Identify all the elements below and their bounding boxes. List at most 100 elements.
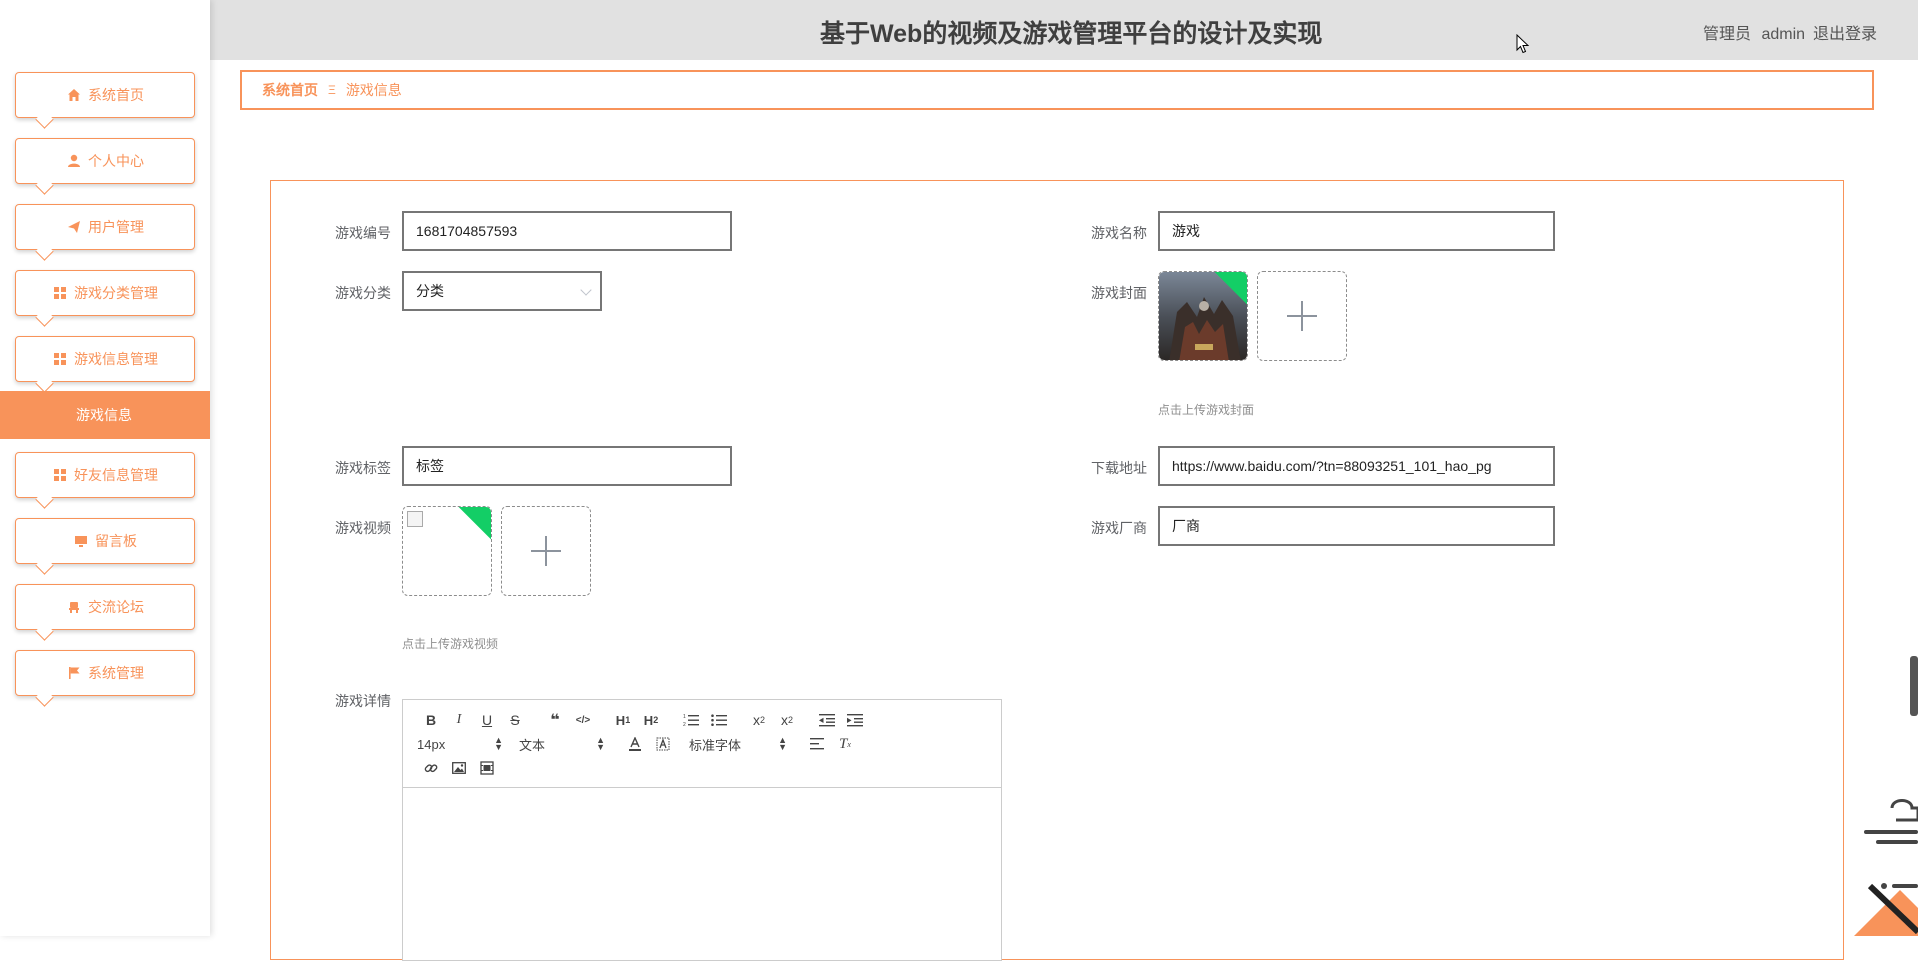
align-icon[interactable] (803, 732, 831, 756)
sidebar-subitem-game-info[interactable]: 游戏信息 (0, 391, 210, 439)
mouse-cursor-icon (1516, 34, 1530, 54)
rich-text-editor: B I U S ❝ </> H1 H2 12 x2 x2 14px ▲ ▼ 文本… (402, 699, 1002, 961)
sidebar-item-game-info[interactable]: 游戏信息管理 (15, 336, 195, 382)
sidebar-item-label: 游戏分类管理 (74, 285, 158, 301)
game-name-label: 游戏名称 (1091, 225, 1147, 241)
download-url-input[interactable]: https://www.baidu.com/?tn=88093251_101_h… (1158, 446, 1555, 486)
breadcrumb-current: 游戏信息 (345, 82, 402, 98)
link-icon[interactable] (417, 756, 445, 780)
vendor-input[interactable]: 厂商 (1158, 506, 1555, 546)
grid-icon (52, 467, 68, 483)
game-form-card: 游戏编号 1681704857593 游戏名称 游戏 游戏分类 分类 游戏封面 … (270, 180, 1844, 961)
italic-button[interactable]: I (445, 708, 473, 732)
font-family-select[interactable]: 标准字体 ▲ ▼ (689, 735, 787, 754)
underline-button[interactable]: U (473, 708, 501, 732)
sidebar-item-forum[interactable]: 交流论坛 (15, 584, 195, 630)
user-icon (66, 153, 82, 169)
video-label: 游戏视频 (335, 520, 391, 536)
svg-text:2: 2 (683, 722, 686, 727)
tags-input[interactable]: 标签 (402, 446, 732, 486)
flag-icon (66, 665, 82, 681)
vendor-label: 游戏厂商 (1091, 520, 1147, 536)
ordered-list-icon[interactable]: 12 (677, 708, 705, 732)
user-info: 管理员 admin (1703, 20, 1805, 44)
game-name-input[interactable]: 游戏 (1158, 211, 1555, 251)
sidebar-item-system[interactable]: 系统管理 (15, 650, 195, 696)
page-title: 基于Web的视频及游戏管理平台的设计及实现 (820, 20, 1323, 48)
text-type-select[interactable]: 文本 ▲ ▼ (519, 735, 605, 754)
sidebar-item-home[interactable]: 系统首页 (15, 72, 195, 118)
category-label: 游戏分类 (335, 285, 391, 301)
cover-label: 游戏封面 (1091, 285, 1147, 301)
plus-icon (1287, 301, 1317, 331)
monitor-icon (73, 533, 89, 549)
editor-content-area[interactable] (403, 789, 1001, 961)
sidebar-item-users[interactable]: 用户管理 (15, 204, 195, 250)
font-size-value: 14px (417, 736, 446, 752)
video-upload-hint: 点击上传游戏视频 (402, 637, 499, 651)
indent-icon[interactable] (841, 708, 869, 732)
video-upload-button[interactable] (501, 506, 591, 596)
top-header: 基于Web的视频及游戏管理平台的设计及实现 管理员 admin 退出登录 (210, 0, 1918, 60)
bullet-list-icon[interactable] (705, 708, 733, 732)
scrollbar-thumb[interactable] (1910, 656, 1918, 716)
outdent-icon[interactable] (813, 708, 841, 732)
grid-icon (52, 351, 68, 367)
font-family-value: 标准字体 (689, 737, 742, 753)
heading1-button[interactable]: H1 (609, 708, 637, 732)
game-no-label: 游戏编号 (335, 225, 391, 241)
code-block-button[interactable]: </> (569, 708, 597, 732)
video-icon[interactable] (473, 756, 501, 780)
updown-arrows-icon: ▲ ▼ (494, 735, 503, 752)
svg-text:1: 1 (683, 714, 686, 720)
sidebar-item-label: 用户管理 (88, 219, 144, 235)
font-size-select[interactable]: 14px ▲ ▼ (417, 735, 503, 752)
logout-link[interactable]: 退出登录 (1813, 20, 1877, 44)
text-type-value: 文本 (519, 737, 546, 753)
updown-arrows-icon: ▲ ▼ (596, 735, 605, 752)
details-label: 游戏详情 (335, 693, 391, 709)
download-label: 下载地址 (1091, 460, 1147, 476)
background-color-icon[interactable] (649, 732, 677, 756)
bold-button[interactable]: B (417, 708, 445, 732)
video-thumbnail[interactable] (402, 506, 492, 596)
strike-button[interactable]: S (501, 708, 529, 732)
sidebar-item-friends[interactable]: 好友信息管理 (15, 452, 195, 498)
send-icon (66, 219, 82, 235)
tags-label: 游戏标签 (335, 460, 391, 476)
subscript-button[interactable]: x2 (745, 708, 773, 732)
sidebar-item-label: 好友信息管理 (74, 467, 158, 483)
sidebar-item-profile[interactable]: 个人中心 (15, 138, 195, 184)
blockquote-button[interactable]: ❝ (541, 708, 569, 732)
home-icon (66, 87, 82, 103)
sidebar-item-messages[interactable]: 留言板 (15, 518, 195, 564)
user-name: admin (1761, 26, 1806, 43)
cover-upload-button[interactable] (1257, 271, 1347, 361)
upload-success-badge (458, 507, 491, 540)
chevron-down-icon (580, 284, 592, 296)
grid-icon (52, 285, 68, 301)
editor-toolbar: B I U S ❝ </> H1 H2 12 x2 x2 14px ▲ ▼ 文本… (403, 700, 1001, 788)
image-icon[interactable] (445, 756, 473, 780)
superscript-button[interactable]: x2 (773, 708, 801, 732)
sidebar: 系统首页 个人中心 用户管理 游戏分类管理 游戏信息管理 游戏信息 好友信息管理 (0, 0, 210, 936)
user-role: 管理员 (1703, 26, 1752, 43)
breadcrumb: 系统首页 Ξ 游戏信息 (240, 70, 1874, 110)
clear-format-icon[interactable]: Tx (831, 732, 859, 756)
updown-arrows-icon: ▲ ▼ (778, 735, 787, 752)
sidebar-item-label: 个人中心 (88, 153, 144, 169)
sidebar-item-label: 交流论坛 (88, 599, 144, 615)
sidebar-item-label: 留言板 (95, 533, 137, 549)
breadcrumb-home[interactable]: 系统首页 (262, 80, 318, 100)
broken-image-icon (407, 511, 423, 527)
cover-thumbnail[interactable] (1158, 271, 1248, 361)
heading2-button[interactable]: H2 (637, 708, 665, 732)
font-color-icon[interactable] (621, 732, 649, 756)
category-select[interactable]: 分类 (402, 271, 602, 311)
cover-upload-hint: 点击上传游戏封面 (1158, 403, 1255, 417)
game-no-input[interactable]: 1681704857593 (402, 211, 732, 251)
sidebar-item-game-category[interactable]: 游戏分类管理 (15, 270, 195, 316)
category-select-value: 分类 (416, 283, 444, 299)
plus-icon (531, 536, 561, 566)
sidebar-item-label: 系统首页 (88, 87, 144, 103)
